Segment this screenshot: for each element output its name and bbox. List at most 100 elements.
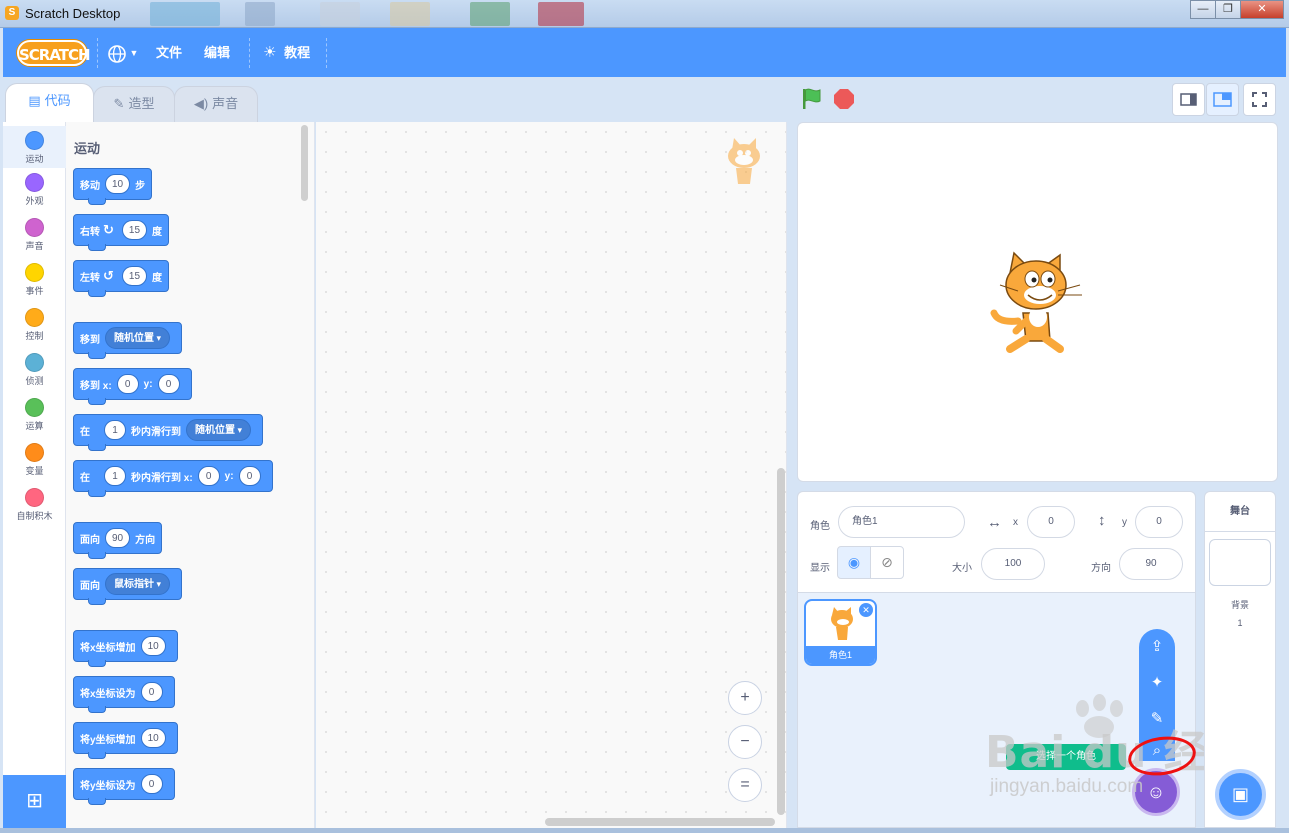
normal-stage-button[interactable] bbox=[1206, 83, 1239, 116]
block-move-steps[interactable]: 移动 10 步 bbox=[73, 168, 153, 205]
block-input[interactable]: 0 bbox=[157, 374, 180, 394]
workspace-horizontal-scrollbar[interactable] bbox=[545, 818, 775, 826]
upload-icon: ⇪ bbox=[1150, 638, 1164, 655]
block-change-x[interactable]: 将x坐标增加 10 bbox=[73, 630, 178, 667]
maximize-button[interactable]: ❐ bbox=[1215, 0, 1241, 19]
sprite-name-input[interactable]: 角色1 bbox=[838, 506, 965, 538]
category-looks[interactable]: 外观 bbox=[3, 171, 66, 213]
zoom-in-button[interactable]: + bbox=[728, 681, 762, 715]
category-sound[interactable]: 声音 bbox=[3, 216, 66, 258]
block-change-y[interactable]: 将y坐标增加 10 bbox=[73, 722, 178, 759]
green-flag-button[interactable] bbox=[800, 87, 824, 111]
category-variables[interactable]: 变量 bbox=[3, 441, 66, 483]
language-menu[interactable]: ▼ bbox=[107, 28, 143, 77]
window-title: Scratch Desktop bbox=[25, 6, 121, 21]
block-dropdown[interactable]: 随机位置 bbox=[105, 327, 171, 349]
stage-title: 舞台 bbox=[1205, 492, 1275, 532]
block-input[interactable]: 10 bbox=[105, 174, 131, 194]
category-my-blocks[interactable]: 自制积木 bbox=[3, 486, 66, 528]
block-input[interactable]: 0 bbox=[238, 466, 261, 486]
workspace-vertical-scrollbar[interactable] bbox=[777, 468, 785, 815]
block-glide-xy[interactable]: 在 1 秒内滑行到 x: 0 y: 0 bbox=[73, 460, 273, 497]
lightbulb-icon: ☀ bbox=[263, 44, 277, 61]
window-titlebar: S Scratch Desktop — ❐ ✕ bbox=[0, 0, 1289, 28]
category-events[interactable]: 事件 bbox=[3, 261, 66, 303]
choose-backdrop-button[interactable]: ▣ bbox=[1215, 769, 1266, 820]
block-input[interactable]: 0 bbox=[116, 374, 139, 394]
delete-sprite-icon[interactable]: ✕ bbox=[859, 603, 873, 617]
sprite-tile-name: 角色1 bbox=[806, 646, 875, 664]
watermark-paw bbox=[1110, 700, 1123, 717]
edit-menu[interactable]: 编辑 bbox=[204, 28, 230, 77]
code-workspace[interactable] bbox=[316, 122, 787, 828]
block-point-direction[interactable]: 面向 90 方向 bbox=[73, 522, 163, 559]
block-turn-left[interactable]: 左转 ↺ 15 度 bbox=[73, 260, 170, 297]
palette-scrollbar[interactable] bbox=[301, 125, 308, 201]
block-turn-right[interactable]: 右转 ↻ 15 度 bbox=[73, 214, 170, 251]
rotate-left-icon: ↺ bbox=[103, 268, 114, 283]
surprise-sprite-button[interactable]: ✦ bbox=[1139, 665, 1175, 701]
watermark-paw bbox=[1093, 694, 1106, 711]
minimize-button[interactable]: — bbox=[1190, 0, 1216, 19]
block-input[interactable]: 90 bbox=[105, 528, 131, 548]
upload-sprite-button[interactable]: ⇪ bbox=[1139, 629, 1175, 665]
tab-code[interactable]: ▤ 代码 bbox=[5, 83, 94, 123]
block-goto-xy[interactable]: 移到 x: 0 y: 0 bbox=[73, 368, 192, 405]
block-input[interactable]: 0 bbox=[197, 466, 220, 486]
tab-sounds[interactable]: ◀) 声音 bbox=[174, 86, 258, 122]
stage-canvas[interactable] bbox=[797, 122, 1278, 482]
block-point-towards[interactable]: 面向 鼠标指针 bbox=[73, 568, 183, 605]
taskbar-thumbnails bbox=[150, 2, 600, 26]
zoom-reset-button[interactable]: = bbox=[728, 768, 762, 802]
block-dropdown[interactable]: 鼠标指针 bbox=[105, 573, 171, 595]
block-input[interactable]: 1 bbox=[104, 420, 126, 440]
sprite-tile[interactable]: ✕ 角色1 bbox=[804, 599, 877, 666]
menu-divider bbox=[249, 38, 250, 68]
close-button[interactable]: ✕ bbox=[1240, 0, 1284, 19]
category-sensing[interactable]: 侦测 bbox=[3, 351, 66, 393]
x-position-input[interactable]: 0 bbox=[1027, 506, 1075, 538]
block-input[interactable]: 0 bbox=[140, 682, 163, 702]
add-extension-button[interactable]: ⊞ bbox=[3, 775, 66, 828]
block-input[interactable]: 10 bbox=[140, 636, 166, 656]
direction-input[interactable]: 90 bbox=[1119, 548, 1183, 580]
normal-stage-icon bbox=[1213, 92, 1232, 107]
category-motion[interactable]: 运动 bbox=[3, 126, 66, 168]
cat-sprite[interactable] bbox=[988, 251, 1088, 356]
block-input[interactable]: 15 bbox=[121, 266, 148, 286]
category-menu: 运动 外观 声音 事件 控制 侦测 运算 变量 自制积木 bbox=[3, 122, 66, 828]
block-dropdown[interactable]: 随机位置 bbox=[186, 419, 252, 441]
block-input[interactable]: 15 bbox=[121, 220, 148, 240]
backdrops-label: 背景 bbox=[1230, 600, 1249, 610]
direction-label: 方向 bbox=[1091, 563, 1111, 574]
tab-costumes[interactable]: ✎ 造型 bbox=[93, 86, 175, 122]
size-input[interactable]: 100 bbox=[981, 548, 1045, 580]
hide-sprite-button[interactable]: ⊘ bbox=[870, 546, 904, 579]
workspace-sprite-indicator bbox=[728, 138, 760, 184]
chevron-down-icon: ▼ bbox=[127, 48, 139, 59]
tab-costumes-label: 造型 bbox=[128, 96, 155, 111]
y-position-input[interactable]: 0 bbox=[1135, 506, 1183, 538]
block-goto[interactable]: 移到 随机位置 bbox=[73, 322, 183, 359]
block-set-y[interactable]: 将y坐标设为 0 bbox=[73, 768, 175, 805]
small-stage-button[interactable] bbox=[1172, 83, 1205, 116]
scratch-logo[interactable]: SCRATCH bbox=[17, 40, 91, 66]
block-input[interactable]: 0 bbox=[140, 774, 163, 794]
stop-button[interactable] bbox=[834, 89, 854, 109]
category-control[interactable]: 控制 bbox=[3, 306, 66, 348]
watermark-paw bbox=[1076, 700, 1089, 717]
category-operators[interactable]: 运算 bbox=[3, 396, 66, 438]
show-sprite-button[interactable]: ◉ bbox=[837, 546, 871, 579]
tutorials-menu[interactable]: ☀ 教程 bbox=[263, 28, 310, 77]
block-input[interactable]: 1 bbox=[104, 466, 126, 486]
zoom-out-button[interactable]: − bbox=[728, 725, 762, 759]
scratch-app-icon: S bbox=[5, 6, 19, 20]
fullscreen-button[interactable] bbox=[1243, 83, 1276, 116]
menu-bar: SCRATCH ▼ 文件 编辑 ☀ 教程 bbox=[3, 28, 1286, 77]
block-input[interactable]: 10 bbox=[140, 728, 166, 748]
fullscreen-icon bbox=[1252, 92, 1267, 107]
tab-sounds-label: 声音 bbox=[212, 96, 239, 111]
block-glide-to[interactable]: 在 1 秒内滑行到 随机位置 bbox=[73, 414, 264, 451]
file-menu[interactable]: 文件 bbox=[156, 28, 182, 77]
block-set-x[interactable]: 将x坐标设为 0 bbox=[73, 676, 175, 713]
